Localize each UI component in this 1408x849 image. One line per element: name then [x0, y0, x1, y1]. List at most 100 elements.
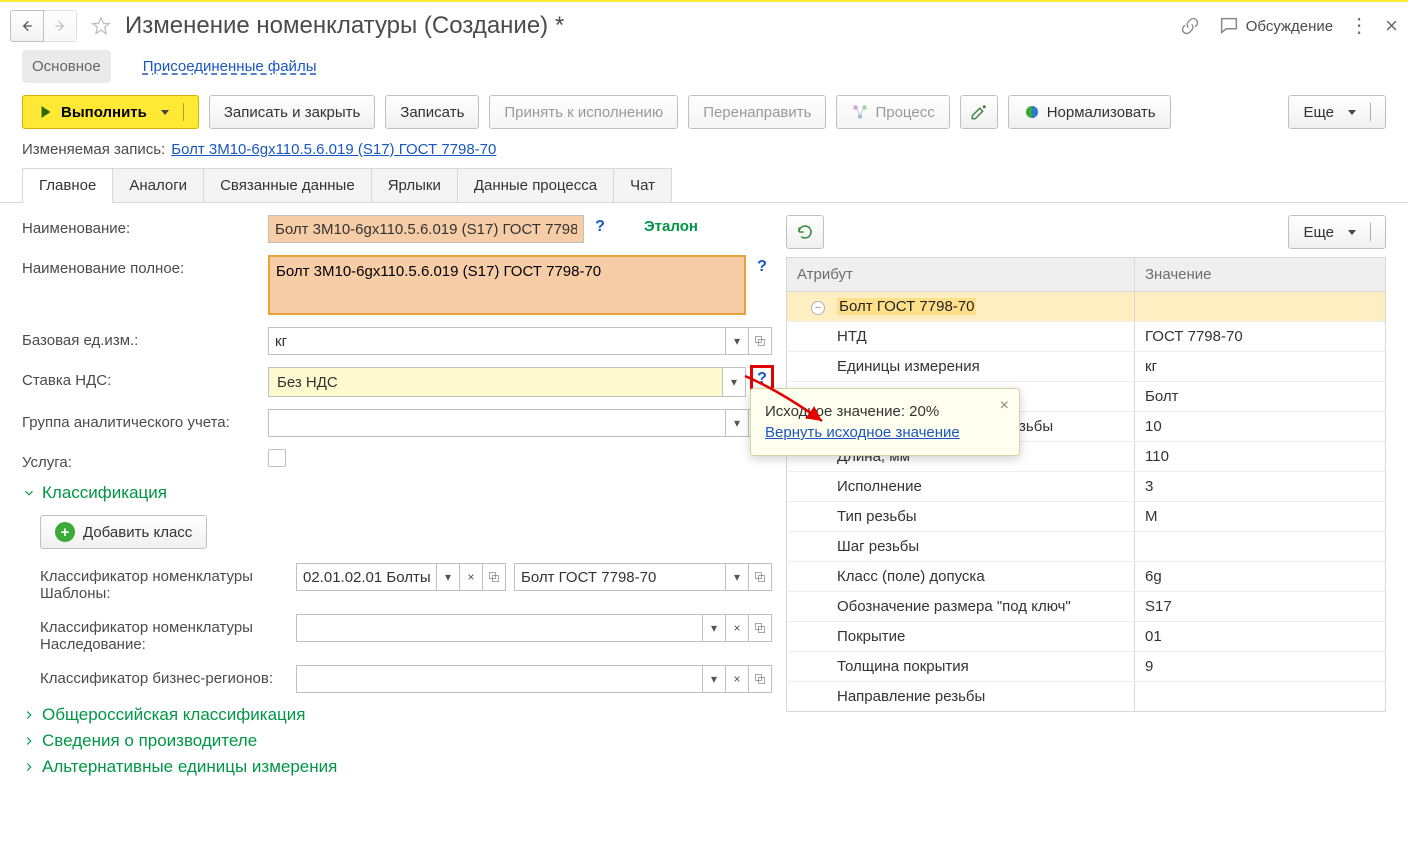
normalize-button[interactable]: Нормализовать [1008, 95, 1171, 129]
attr-row[interactable]: Класс (поле) допуска6g [787, 562, 1385, 592]
edit-note-button[interactable] [960, 95, 998, 129]
close-button[interactable]: × [1385, 15, 1398, 37]
analytic-input[interactable] [268, 409, 726, 437]
section-russia-class[interactable]: Общероссийская классификация [22, 705, 772, 725]
attr-row[interactable]: Единицы измерениякг [787, 352, 1385, 382]
title-bar: Изменение номенклатуры (Создание) * Обсу… [0, 2, 1408, 50]
tab-process[interactable]: Данные процесса [457, 168, 614, 202]
classifier-templates-input-1[interactable]: 02.01.02.01 Болты [296, 563, 437, 591]
attr-name: Класс (поле) допуска [787, 562, 1135, 591]
collapse-icon[interactable]: − [811, 301, 825, 315]
favorite-star-icon[interactable] [89, 14, 113, 38]
discussion-label: Обсуждение [1246, 18, 1333, 35]
attr-row[interactable]: Шаг резьбы [787, 532, 1385, 562]
ci-clear[interactable]: × [725, 614, 749, 642]
classifier-regions-input[interactable] [296, 665, 703, 693]
attributes-more-button[interactable]: Еще [1288, 215, 1386, 249]
chevron-down-icon [22, 486, 36, 500]
attr-group-row[interactable]: − Болт ГОСТ 7798-70 [787, 292, 1385, 322]
forward-button[interactable] [43, 10, 77, 42]
subnav-main[interactable]: Основное [22, 50, 111, 83]
original-value-tooltip: × Исходное значение: 20% Вернуть исходно… [750, 388, 1020, 456]
base-unit-open[interactable] [748, 327, 772, 355]
refresh-button[interactable] [786, 215, 824, 249]
attributes-more-label: Еще [1303, 224, 1334, 241]
attr-row[interactable]: НТДГОСТ 7798-70 [787, 322, 1385, 352]
tab-chat[interactable]: Чат [613, 168, 672, 202]
name-value: Болт 3М10-6gx110.5.6.019 (S17) ГОСТ 7798… [275, 221, 577, 238]
cr-open[interactable] [748, 665, 772, 693]
attr-row[interactable]: Толщина покрытия9 [787, 652, 1385, 682]
page-title: Изменение номенклатуры (Создание) * [125, 12, 564, 40]
service-checkbox[interactable] [268, 449, 286, 467]
tooltip-restore-link[interactable]: Вернуть исходное значение [765, 424, 983, 441]
section-classification-label: Классификация [42, 483, 167, 503]
attr-value: 01 [1135, 622, 1385, 651]
attr-row[interactable]: Обозначение размера "под ключ"S17 [787, 592, 1385, 622]
link-icon[interactable] [1178, 14, 1202, 38]
ct2-open[interactable] [748, 563, 772, 591]
section-russia-label: Общероссийская классификация [42, 705, 306, 725]
full-name-label: Наименование полное: [22, 255, 256, 277]
analytic-dropdown[interactable]: ▾ [725, 409, 749, 437]
attr-row[interactable]: Направление резьбы [787, 682, 1385, 711]
base-unit-dropdown[interactable]: ▾ [725, 327, 749, 355]
tab-linked[interactable]: Связанные данные [203, 168, 372, 202]
tab-main[interactable]: Главное [22, 168, 113, 202]
save-button[interactable]: Записать [385, 95, 479, 129]
attr-value: 110 [1135, 442, 1385, 471]
base-unit-label: Базовая ед.изм.: [22, 327, 256, 349]
process-label: Процесс [875, 104, 934, 121]
classifier-templates-input-2[interactable]: Болт ГОСТ 7798-70 [514, 563, 726, 591]
base-unit-input[interactable]: кг [268, 327, 726, 355]
section-classification[interactable]: Классификация [22, 483, 772, 503]
section-alt-units[interactable]: Альтернативные единицы измерения [22, 757, 772, 777]
cr-clear[interactable]: × [725, 665, 749, 693]
full-name-help-icon[interactable]: ? [752, 255, 772, 276]
back-button[interactable] [10, 10, 44, 42]
record-label: Изменяемая запись: [22, 141, 165, 158]
full-name-textarea[interactable] [268, 255, 746, 315]
section-manufacturer[interactable]: Сведения о производителе [22, 731, 772, 751]
attr-row[interactable]: Исполнение3 [787, 472, 1385, 502]
tab-analogs[interactable]: Аналоги [112, 168, 204, 202]
base-unit-value: кг [275, 333, 287, 350]
save-close-button[interactable]: Записать и закрыть [209, 95, 375, 129]
vat-dropdown[interactable]: ▾ [722, 367, 746, 397]
name-label: Наименование: [22, 215, 256, 237]
ci-dropdown[interactable]: ▾ [702, 614, 726, 642]
vat-input[interactable]: Без НДС [268, 367, 723, 397]
tab-labels[interactable]: Ярлыки [371, 168, 458, 202]
chevron-down-icon [1348, 230, 1356, 239]
chevron-right-icon [22, 734, 36, 748]
discussion-button[interactable]: Обсуждение [1218, 15, 1333, 37]
col-value: Значение [1135, 258, 1385, 291]
classifier-inherit-label: Классификатор номенклатуры Наследование: [40, 614, 286, 653]
add-class-button[interactable]: + Добавить класс [40, 515, 207, 549]
more-button[interactable]: Еще [1288, 95, 1386, 129]
vat-label: Ставка НДС: [22, 367, 256, 389]
attributes-table: Атрибут Значение − Болт ГОСТ 7798-70 НТД… [786, 257, 1386, 712]
ci-open[interactable] [748, 614, 772, 642]
subnav-attached-files[interactable]: Присоединенные файлы [133, 50, 327, 83]
ct1-open[interactable] [482, 563, 506, 591]
ct1-dropdown[interactable]: ▾ [436, 563, 460, 591]
ct2-dropdown[interactable]: ▾ [725, 563, 749, 591]
kebab-menu-icon[interactable]: ⋮ [1349, 16, 1369, 36]
chevron-right-icon [22, 708, 36, 722]
execute-button[interactable]: Выполнить [22, 95, 199, 129]
attr-row[interactable]: Покрытие01 [787, 622, 1385, 652]
attr-name: Обозначение размера "под ключ" [787, 592, 1135, 621]
attr-value: 6g [1135, 562, 1385, 591]
record-link[interactable]: Болт 3М10-6gx110.5.6.019 (S17) ГОСТ 7798… [171, 141, 496, 158]
analytic-label: Группа аналитического учета: [22, 409, 256, 431]
nav-buttons [10, 10, 77, 42]
name-input[interactable]: Болт 3М10-6gx110.5.6.019 (S17) ГОСТ 7798… [268, 215, 584, 243]
cr-dropdown[interactable]: ▾ [702, 665, 726, 693]
tooltip-close-icon[interactable]: × [1000, 397, 1009, 415]
ct1-clear[interactable]: × [459, 563, 483, 591]
name-help-icon[interactable]: ? [590, 215, 610, 236]
attr-row[interactable]: Тип резьбыМ [787, 502, 1385, 532]
attr-value [1135, 682, 1385, 711]
classifier-inherit-input[interactable] [296, 614, 703, 642]
